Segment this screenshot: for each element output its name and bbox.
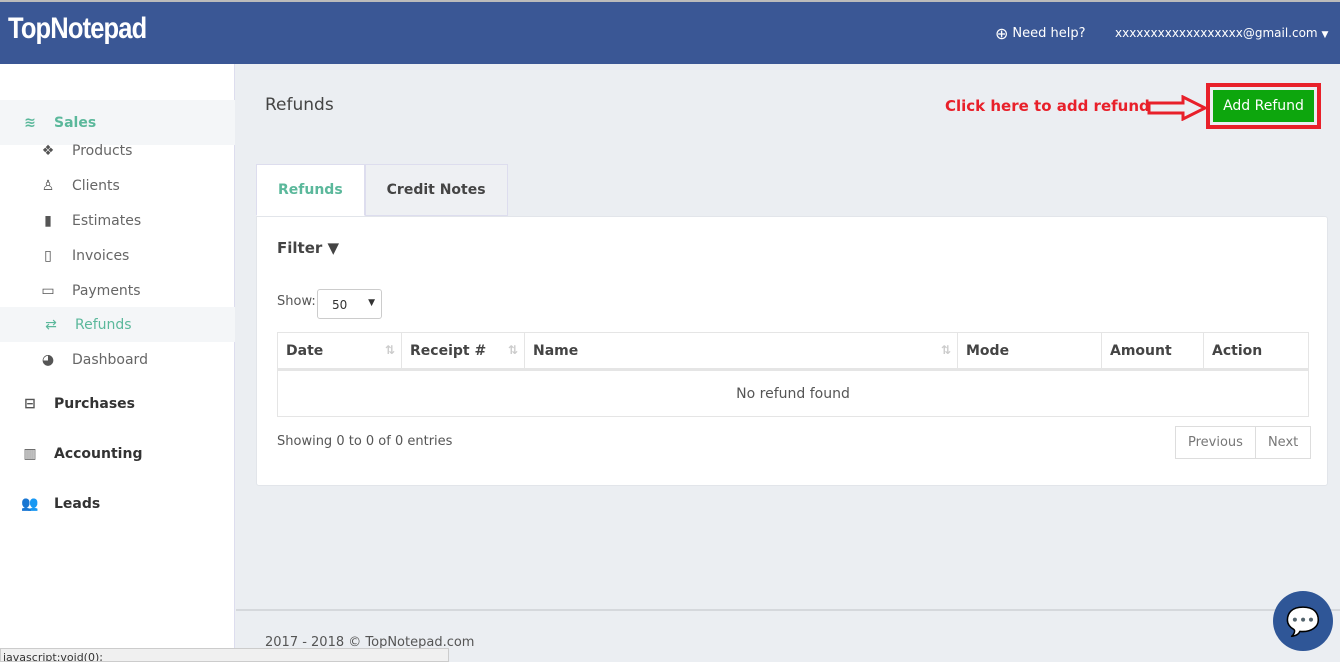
user-menu[interactable]: xxxxxxxxxxxxxxxxxx@gmail.com ▼ bbox=[1115, 26, 1328, 40]
user-email: xxxxxxxxxxxxxxxxxx@gmail.com bbox=[1115, 26, 1318, 40]
tab-bar: Refunds Credit Notes bbox=[256, 164, 508, 216]
sidebar-item-leads[interactable]: 👥 Leads bbox=[0, 486, 235, 521]
credit-card-icon: ▭ bbox=[41, 282, 55, 299]
column-amount: Amount bbox=[1101, 332, 1204, 371]
arrow-right-icon bbox=[1147, 95, 1209, 121]
refunds-table: Date ⇅ Receipt # ⇅ Name ⇅ Mode Amount Actio… bbox=[277, 332, 1309, 417]
sidebar-item-dashboard[interactable]: ◕ Dashboard bbox=[0, 342, 235, 377]
annotation-highlight: Add Refund bbox=[1206, 83, 1321, 129]
table-row: No refund found bbox=[277, 369, 1309, 417]
sidebar-item-label: Accounting bbox=[54, 445, 143, 462]
caret-down-icon: ▼ bbox=[368, 298, 375, 308]
sidebar-item-refunds[interactable]: ⇄ Refunds bbox=[0, 307, 235, 342]
sidebar-item-label: Products bbox=[72, 142, 133, 159]
entries-info: Showing 0 to 0 of 0 entries bbox=[277, 434, 453, 449]
sidebar-item-payments[interactable]: ▭ Payments bbox=[0, 273, 235, 308]
sidebar-item-label: Purchases bbox=[54, 395, 136, 412]
logo[interactable]: TopNotepad bbox=[8, 12, 147, 46]
refunds-panel: Filter ▼ Show: 50 ▼ Date ⇅ Receipt # ⇅ Name… bbox=[256, 216, 1328, 486]
sidebar-item-label: Dashboard bbox=[72, 351, 148, 368]
need-help-label: Need help? bbox=[1012, 26, 1086, 41]
tab-credit-notes[interactable]: Credit Notes bbox=[364, 164, 508, 216]
previous-button[interactable]: Previous bbox=[1175, 426, 1256, 459]
sidebar-item-label: Clients bbox=[72, 177, 120, 194]
column-mode: Mode bbox=[957, 332, 1102, 371]
sidebar-item-purchases[interactable]: ⊟ Purchases bbox=[0, 386, 235, 421]
show-label: Show: bbox=[277, 294, 316, 309]
column-receipt[interactable]: Receipt # ⇅ bbox=[401, 332, 525, 371]
minus-square-icon: ⊟ bbox=[24, 395, 36, 412]
sort-icon: ⇅ bbox=[507, 343, 518, 357]
sidebar-item-label: Sales bbox=[54, 114, 97, 131]
lifebuoy-icon: ⊕ bbox=[995, 24, 1009, 43]
layers-icon: ≋ bbox=[24, 114, 36, 131]
next-button[interactable]: Next bbox=[1255, 426, 1312, 459]
column-name[interactable]: Name ⇅ bbox=[524, 332, 958, 371]
file-icon: ▮ bbox=[44, 212, 52, 229]
page-size-select[interactable]: 50 ▼ bbox=[317, 289, 382, 319]
bar-chart-icon: ▥ bbox=[23, 445, 37, 462]
sidebar-item-invoices[interactable]: ▯ Invoices bbox=[0, 238, 235, 273]
sidebar: ≋ Sales ❖ Products ♙ Clients ▮ Estimates ▯ Invoic… bbox=[0, 64, 235, 660]
need-help-link[interactable]: ⊕ Need help? bbox=[995, 24, 1086, 43]
chat-icon: 💬 bbox=[1285, 604, 1321, 638]
sidebar-item-clients[interactable]: ♙ Clients bbox=[0, 168, 235, 203]
cubes-icon: ❖ bbox=[41, 142, 55, 159]
top-navbar: TopNotepad ⊕ Need help? xxxxxxxxxxxxxxxxx… bbox=[0, 0, 1340, 64]
filter-icon: ▼ bbox=[327, 239, 340, 257]
page-title: Refunds bbox=[265, 95, 334, 115]
sort-icon: ⇅ bbox=[384, 343, 395, 357]
caret-down-icon: ▼ bbox=[1321, 30, 1329, 40]
column-action: Action bbox=[1203, 332, 1309, 371]
user-icon: ♙ bbox=[41, 177, 55, 194]
pagination: Previous Next bbox=[1175, 426, 1312, 459]
filter-label: Filter bbox=[277, 239, 323, 257]
add-refund-button[interactable]: Add Refund bbox=[1213, 90, 1314, 122]
exchange-icon: ⇄ bbox=[45, 316, 57, 333]
annotation-text: Click here to add refund bbox=[945, 97, 1150, 115]
sidebar-item-products[interactable]: ❖ Products bbox=[0, 133, 235, 168]
sidebar-item-label: Payments bbox=[72, 282, 141, 299]
tab-refunds[interactable]: Refunds bbox=[256, 164, 365, 216]
sidebar-item-accounting[interactable]: ▥ Accounting bbox=[0, 436, 235, 471]
sidebar-item-label: Invoices bbox=[72, 247, 130, 264]
filter-toggle[interactable]: Filter ▼ bbox=[277, 239, 339, 257]
page-size-value: 50 bbox=[332, 298, 348, 312]
file-outline-icon: ▯ bbox=[44, 247, 52, 264]
sort-icon: ⇅ bbox=[940, 343, 951, 357]
column-date[interactable]: Date ⇅ bbox=[277, 332, 402, 371]
users-icon: 👥 bbox=[21, 495, 39, 512]
sidebar-item-estimates[interactable]: ▮ Estimates bbox=[0, 203, 235, 238]
empty-message: No refund found bbox=[277, 369, 1309, 417]
sidebar-item-label: Estimates bbox=[72, 212, 142, 229]
sidebar-item-label: Refunds bbox=[75, 316, 132, 333]
dashboard-icon: ◕ bbox=[41, 351, 55, 368]
sidebar-item-label: Leads bbox=[54, 495, 101, 512]
chat-button[interactable]: 💬 bbox=[1273, 591, 1333, 651]
